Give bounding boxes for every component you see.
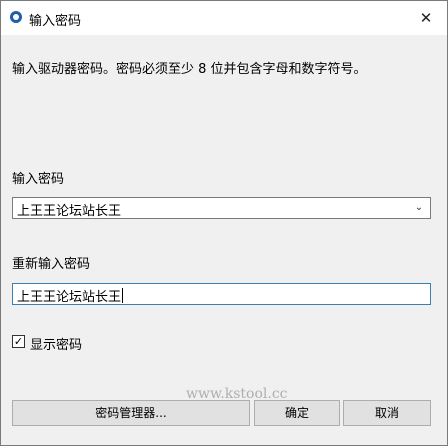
text-caret [122, 288, 124, 303]
confirm-password-label: 重新输入密码 [12, 257, 91, 272]
show-password-label[interactable]: 显示密码 [30, 334, 82, 353]
instruction-text: 输入驱动器密码。密码必须至少 8 位并包含字母和数字符号。 [12, 62, 367, 77]
password-dialog: 输入密码 ✕ 输入驱动器密码。密码必须至少 8 位并包含字母和数字符号。 输入密… [0, 0, 448, 446]
app-icon [10, 11, 22, 23]
chevron-down-icon[interactable]: ⌄ [410, 198, 428, 218]
dialog-title: 输入密码 [29, 14, 82, 29]
ok-button[interactable]: 确定 [254, 400, 340, 426]
password-value: 上王王论坛站长王 [17, 204, 122, 219]
password-manager-button[interactable]: 密码管理器... [12, 400, 250, 426]
password-label: 输入密码 [12, 172, 65, 187]
confirm-password-value: 上王王论坛站长王 [17, 286, 124, 305]
close-icon[interactable]: ✕ [405, 1, 447, 35]
password-combobox[interactable]: 上王王论坛站长王 ⌄ [12, 197, 431, 219]
show-password-checkbox[interactable]: ✓ [12, 335, 25, 348]
confirm-password-text: 上王王论坛站长王 [17, 290, 122, 305]
confirm-password-input[interactable]: 上王王论坛站长王 [12, 283, 431, 305]
cancel-button[interactable]: 取消 [343, 400, 431, 426]
title-bar: 输入密码 ✕ [1, 1, 447, 35]
